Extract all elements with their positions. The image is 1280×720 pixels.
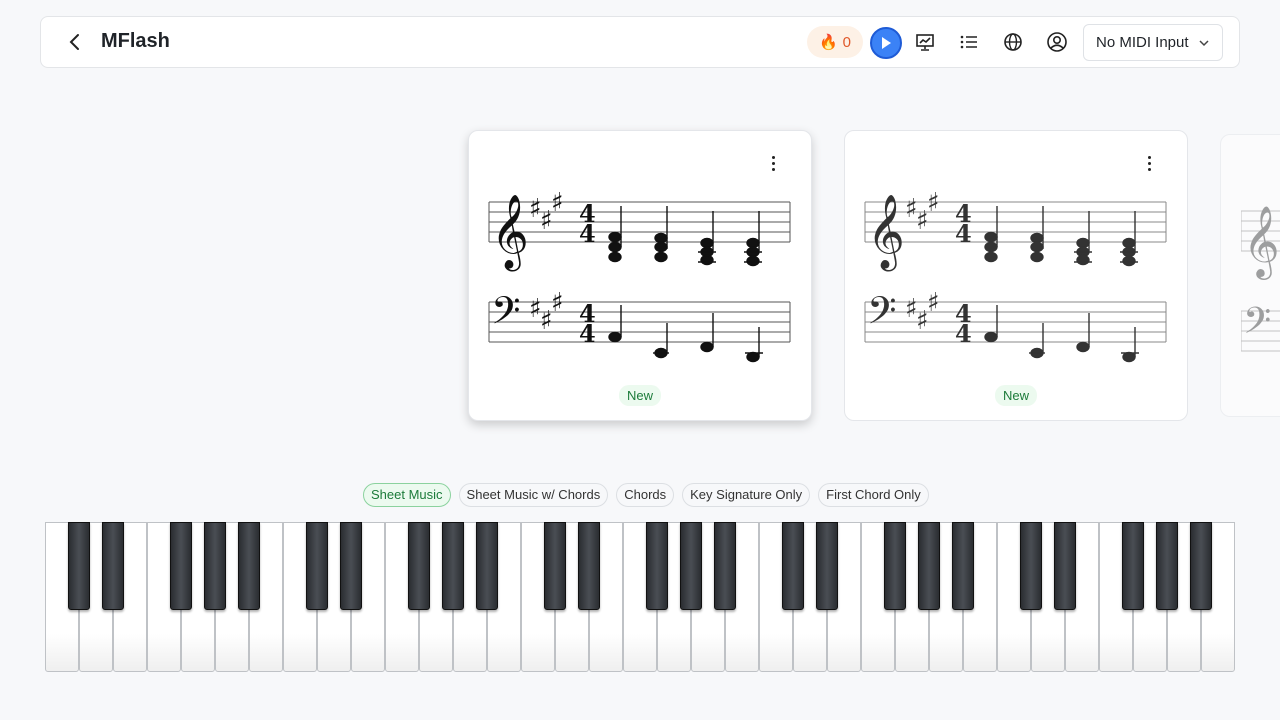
svg-text:4: 4 xyxy=(955,219,972,248)
piano-black-key[interactable] xyxy=(884,522,906,610)
time-signature: 44 44 xyxy=(955,199,972,348)
back-button[interactable] xyxy=(63,30,87,54)
svg-text:♯: ♯ xyxy=(927,188,940,218)
key-signature-sharps: ♯♯♯ ♯♯♯ xyxy=(529,188,564,336)
piano-black-key[interactable] xyxy=(578,522,600,610)
treble-clef-icon: 𝄞 xyxy=(1243,204,1280,280)
piano-black-key[interactable] xyxy=(646,522,668,610)
svg-text:♯: ♯ xyxy=(551,288,564,318)
treble-chords xyxy=(984,206,1138,267)
status-badge: New xyxy=(618,385,662,406)
flashcard[interactable]: 𝄞 𝄢 ♯ ♯ ♯ ♯ ♯ ♯ 44 44 New xyxy=(844,130,1188,421)
chip-key-signature-only[interactable]: Key Signature Only xyxy=(682,483,811,507)
chevron-down-icon xyxy=(1199,39,1209,46)
bass-clef-icon: 𝄢 xyxy=(1243,300,1271,351)
language-button[interactable] xyxy=(1001,30,1025,54)
sheet-music: 𝄞 𝄢 xyxy=(1241,204,1280,352)
piano-black-key[interactable] xyxy=(1122,522,1144,610)
piano-black-key[interactable] xyxy=(816,522,838,610)
presentation-chart-icon xyxy=(916,34,934,51)
flashcard[interactable]: 𝄞 𝄢 ♯ ♯ ♯ ♯ ♯ ♯ 44 44 New xyxy=(468,130,812,421)
treble-clef-icon: 𝄞 xyxy=(491,195,529,272)
piano-black-key[interactable] xyxy=(782,522,804,610)
card-menu-button[interactable] xyxy=(1139,153,1159,173)
chip-chords[interactable]: Chords xyxy=(616,483,675,507)
key-signature-sharps: ♯♯♯ ♯♯♯ xyxy=(905,188,940,336)
piano-black-key[interactable] xyxy=(1020,522,1042,610)
piano-black-key[interactable] xyxy=(1054,522,1076,610)
bass-notes xyxy=(608,305,763,363)
piano-black-key[interactable] xyxy=(306,522,328,610)
play-icon xyxy=(882,37,891,49)
piano-black-key[interactable] xyxy=(1156,522,1178,610)
svg-text:♯: ♯ xyxy=(927,288,940,318)
display-mode-chips: Sheet Music Sheet Music w/ Chords Chords… xyxy=(363,483,929,507)
streak-badge[interactable]: 🔥 0 xyxy=(807,26,863,58)
svg-text:♯: ♯ xyxy=(551,188,564,218)
presentation-chart-button[interactable] xyxy=(913,30,937,54)
piano-black-key[interactable] xyxy=(714,522,736,610)
piano-black-key[interactable] xyxy=(544,522,566,610)
piano-keyboard[interactable] xyxy=(45,522,1235,672)
midi-input-select[interactable]: No MIDI Input xyxy=(1083,24,1223,61)
piano-black-key[interactable] xyxy=(204,522,226,610)
svg-text:4: 4 xyxy=(579,319,596,348)
flashcard-partial[interactable]: 𝄞 𝄢 xyxy=(1220,134,1280,417)
sheet-music: 𝄞 𝄢 ♯♯♯ ♯♯♯ 44 44 xyxy=(488,188,791,363)
app-title: MFlash xyxy=(101,30,170,52)
treble-clef-icon: 𝄞 xyxy=(867,195,905,272)
list-button[interactable] xyxy=(957,30,981,54)
status-badge: New xyxy=(994,385,1038,406)
piano-black-key[interactable] xyxy=(1190,522,1212,610)
bass-notes xyxy=(984,305,1139,363)
svg-text:4: 4 xyxy=(579,219,596,248)
piano-black-key[interactable] xyxy=(476,522,498,610)
sheet-music: 𝄞 𝄢 ♯♯♯ ♯♯♯ 44 44 xyxy=(864,188,1167,363)
piano-black-key[interactable] xyxy=(170,522,192,610)
top-bar: MFlash 🔥 0 No MIDI Input xyxy=(40,16,1240,68)
chevron-left-icon xyxy=(69,34,79,50)
bass-clef-icon: 𝄢 xyxy=(491,288,521,342)
piano-black-key[interactable] xyxy=(680,522,702,610)
piano-black-key[interactable] xyxy=(68,522,90,610)
treble-chords xyxy=(608,206,762,267)
streak-count: 0 xyxy=(842,33,852,51)
piano-black-key[interactable] xyxy=(238,522,260,610)
piano-black-key[interactable] xyxy=(442,522,464,610)
time-signature: 44 44 xyxy=(579,199,596,348)
piano-black-key[interactable] xyxy=(952,522,974,610)
midi-input-value: No MIDI Input xyxy=(1096,34,1189,51)
list-icon xyxy=(960,35,977,49)
user-circle-icon xyxy=(1047,32,1067,52)
account-button[interactable] xyxy=(1045,30,1069,54)
svg-text:4: 4 xyxy=(955,319,972,348)
piano-black-key[interactable] xyxy=(340,522,362,610)
card-menu-button[interactable] xyxy=(763,153,783,173)
chip-sheet-music[interactable]: Sheet Music xyxy=(363,483,451,507)
bass-clef-icon: 𝄢 xyxy=(867,288,897,342)
chip-first-chord-only[interactable]: First Chord Only xyxy=(818,483,929,507)
piano-black-key[interactable] xyxy=(102,522,124,610)
chip-sheet-music-with-chords[interactable]: Sheet Music w/ Chords xyxy=(458,483,609,507)
piano-black-key[interactable] xyxy=(918,522,940,610)
piano-black-key[interactable] xyxy=(408,522,430,610)
fire-icon: 🔥 xyxy=(818,34,838,51)
globe-icon xyxy=(1004,33,1022,51)
play-button[interactable] xyxy=(870,27,902,59)
